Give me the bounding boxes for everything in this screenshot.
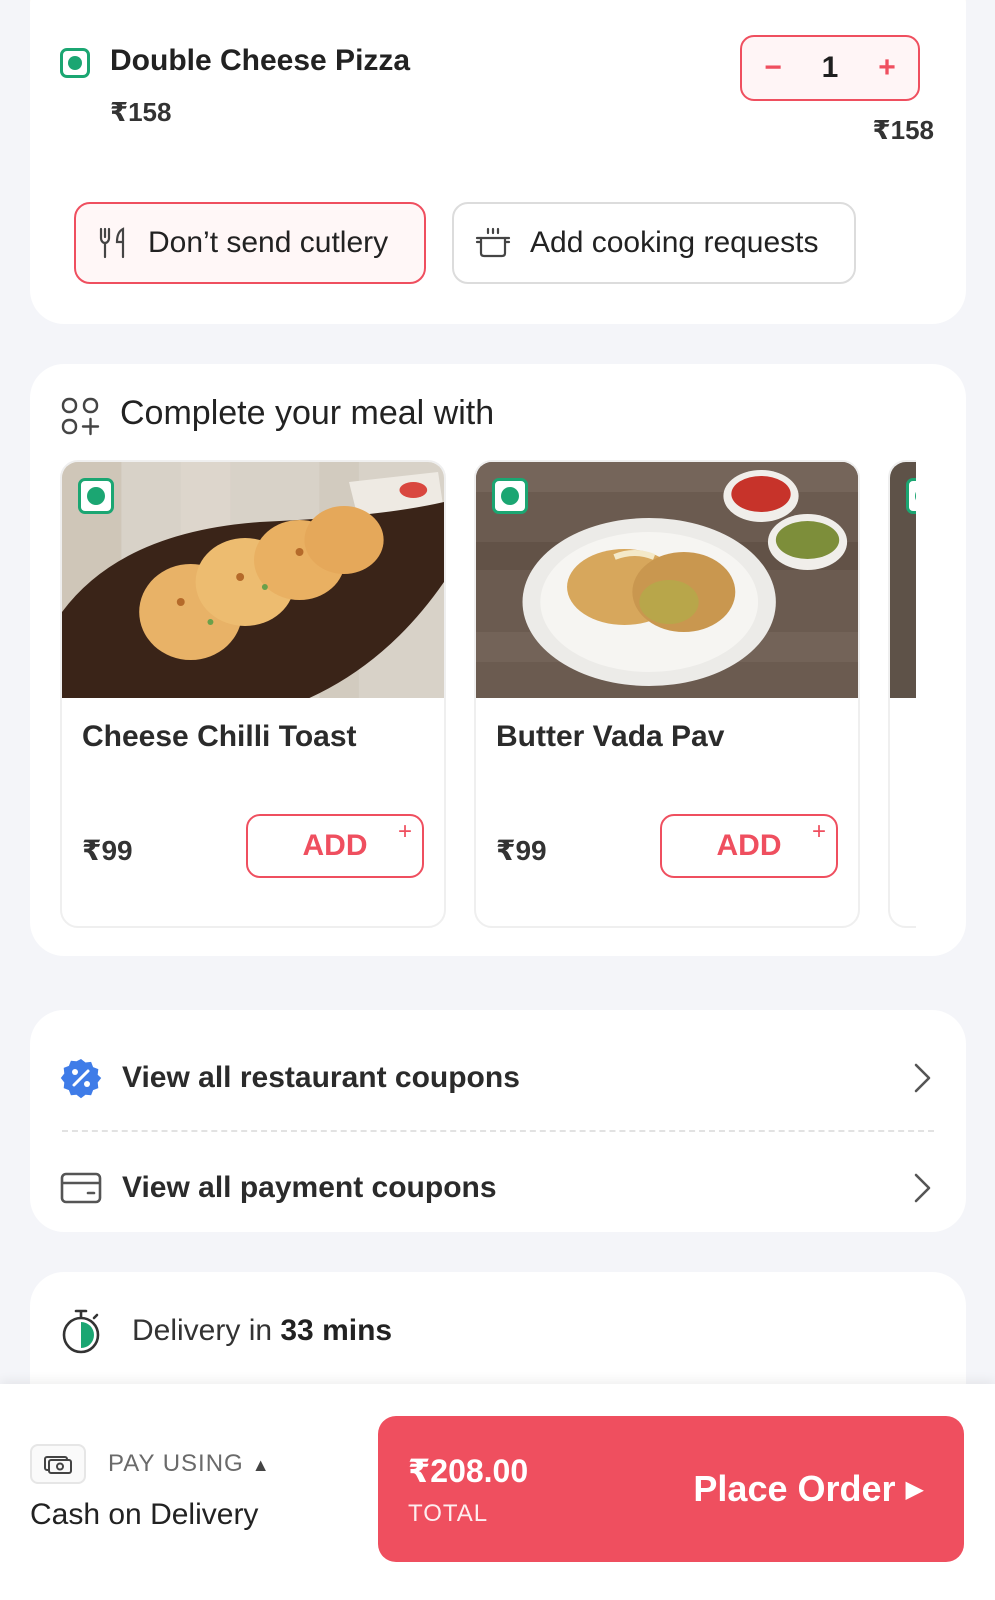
veg-indicator-icon	[906, 478, 916, 514]
veg-indicator-icon	[492, 478, 528, 514]
meal-item-card[interactable]: Cheese Chilli Toast ₹99 ADD +	[60, 460, 446, 928]
meal-item-price: ₹99	[82, 835, 133, 866]
payment-coupons-row[interactable]: View all payment coupons	[30, 1138, 966, 1238]
cheese-chilli-toast-image	[62, 462, 444, 698]
payment-coupons-label: View all payment coupons	[122, 1171, 497, 1204]
cutlery-icon	[99, 227, 125, 259]
cart-item-name: Double Cheese Pizza	[110, 44, 411, 77]
add-cooking-requests-button[interactable]: Add cooking requests	[452, 202, 856, 284]
stopwatch-icon	[62, 1309, 100, 1354]
play-arrow-icon: ▶	[905, 1475, 924, 1503]
cooking-pot-icon	[475, 227, 511, 258]
add-label: ADD	[302, 829, 368, 862]
meal-item-price: ₹99	[496, 835, 547, 866]
place-order-label-wrap: Place Order ▶	[693, 1468, 924, 1510]
increment-button[interactable]: +	[874, 51, 900, 85]
chevron-right-icon	[914, 1173, 931, 1203]
complete-meal-card: Complete your meal with Cheese Chilli To…	[30, 364, 966, 956]
checkout-bar: PAY USING ▲ Cash on Delivery ₹208.00 TOTA…	[0, 1384, 995, 1600]
chevron-right-icon	[914, 1063, 931, 1093]
coupons-card: View all restaurant coupons View all pay…	[30, 1010, 966, 1232]
divider	[62, 1130, 934, 1132]
meal-item-name: Butter Vada Pav	[496, 720, 725, 753]
veg-indicator-icon	[60, 48, 90, 78]
pay-using-label: PAY USING	[108, 1450, 244, 1477]
meal-item-name: Cheese Chilli Toast	[82, 720, 357, 753]
cart-item-card: Double Cheese Pizza ₹158 − 1 + ₹158 Don’…	[30, 0, 966, 324]
complete-meal-title: Complete your meal with	[120, 394, 495, 432]
veg-indicator-icon	[78, 478, 114, 514]
delivery-eta: Delivery in 33 mins	[132, 1314, 392, 1348]
discount-badge-icon	[60, 1059, 102, 1099]
pay-using-selector[interactable]: PAY USING ▲	[108, 1450, 271, 1478]
restaurant-coupons-row[interactable]: View all restaurant coupons	[30, 1028, 966, 1128]
quantity-stepper[interactable]: − 1 +	[740, 35, 920, 101]
add-button[interactable]: ADD +	[660, 814, 838, 878]
add-label: ADD	[716, 829, 782, 862]
meal-carousel[interactable]: Cheese Chilli Toast ₹99 ADD + Butter Vad…	[60, 460, 916, 928]
decrement-button[interactable]: −	[760, 51, 786, 85]
plus-icon: +	[397, 818, 412, 845]
quantity-value: 1	[821, 51, 839, 84]
delivery-time: 33 mins	[280, 1314, 393, 1347]
payment-method: Cash on Delivery	[30, 1498, 259, 1531]
add-grid-icon	[61, 397, 100, 436]
meal-item-card[interactable]: Butter Vada Pav ₹99 ADD +	[474, 460, 860, 928]
order-total-label: TOTAL	[408, 1500, 489, 1527]
add-button[interactable]: ADD +	[246, 814, 424, 878]
cutlery-label: Don’t send cutlery	[148, 226, 389, 259]
place-order-button[interactable]: ₹208.00 TOTAL Place Order ▶	[378, 1416, 964, 1562]
order-total-amount: ₹208.00	[408, 1453, 529, 1489]
place-order-label: Place Order	[693, 1468, 896, 1509]
cart-item-unit-price: ₹158	[110, 97, 172, 127]
delivery-prefix: Delivery in	[132, 1314, 281, 1347]
cart-item-line-total: ₹158	[872, 115, 934, 145]
cash-icon	[30, 1444, 86, 1484]
cooking-label: Add cooking requests	[530, 226, 819, 259]
meal-item-card-partial[interactable]	[888, 460, 916, 928]
plus-icon: +	[811, 818, 826, 845]
dont-send-cutlery-button[interactable]: Don’t send cutlery	[74, 202, 426, 284]
restaurant-coupons-label: View all restaurant coupons	[122, 1061, 520, 1094]
butter-vada-pav-image	[476, 462, 858, 698]
caret-up-icon: ▲	[251, 1455, 271, 1475]
credit-card-icon	[60, 1172, 102, 1204]
